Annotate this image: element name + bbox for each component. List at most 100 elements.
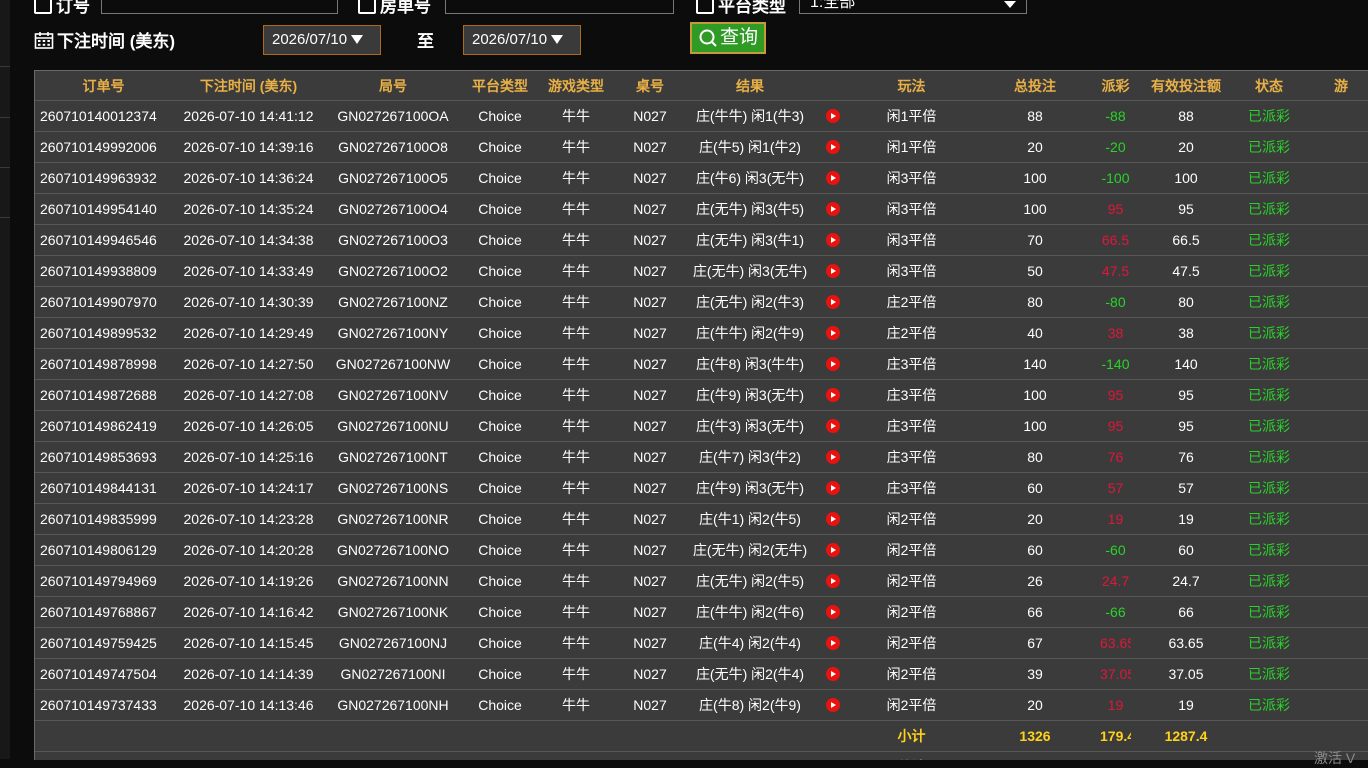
col-payout[interactable]: 派彩 xyxy=(1100,71,1131,101)
table-row[interactable]: 260710149737433 2026-07-10 14:13:46 GN0272… xyxy=(35,689,1368,721)
game-type-cell: 牛牛 xyxy=(539,255,613,287)
play-video-icon[interactable] xyxy=(826,605,840,619)
platform-cell: Choice xyxy=(461,534,539,566)
play-video-icon[interactable] xyxy=(826,450,840,464)
table-row[interactable]: 260710149946546 2026-07-10 14:34:38 GN0272… xyxy=(35,224,1368,256)
play-video-icon[interactable] xyxy=(826,388,840,402)
query-button[interactable]: 查询 xyxy=(690,22,766,54)
payout-cell: 95 xyxy=(1100,379,1131,411)
activation-watermark: 激活 V xyxy=(1314,750,1356,766)
table-row[interactable]: 260710149878998 2026-07-10 14:27:50 GN0272… xyxy=(35,348,1368,380)
play-type-cell: 闲3平倍 xyxy=(853,255,970,287)
order-number-cell: 260710149992006 xyxy=(35,131,172,163)
play-video-icon[interactable] xyxy=(826,171,840,185)
table-row[interactable]: 260710149747504 2026-07-10 14:14:39 GN0272… xyxy=(35,658,1368,690)
order-number-cell: 260710149759425 xyxy=(35,627,172,659)
play-video-icon[interactable] xyxy=(826,419,840,433)
to-label: 至 xyxy=(417,32,434,51)
play-video-icon[interactable] xyxy=(826,636,840,650)
play-video-icon[interactable] xyxy=(826,357,840,371)
play-type-cell: 庄2平倍 xyxy=(853,317,970,349)
table-row[interactable]: 260710149794969 2026-07-10 14:19:26 GN0272… xyxy=(35,565,1368,597)
col-total-bet[interactable]: 总投注 xyxy=(970,71,1100,101)
play-video-icon[interactable] xyxy=(826,233,840,247)
col-platform-type[interactable]: 平台类型 xyxy=(461,71,539,101)
col-play-type[interactable]: 玩法 xyxy=(853,71,970,101)
bet-time-cell: 2026-07-10 14:39:16 xyxy=(172,131,325,163)
play-video-icon[interactable] xyxy=(826,202,840,216)
table-row[interactable]: 260710149853693 2026-07-10 14:25:16 GN0272… xyxy=(35,441,1368,473)
platform-cell: Choice xyxy=(461,255,539,287)
play-video-icon[interactable] xyxy=(826,667,840,681)
table-row[interactable]: 260710149963932 2026-07-10 14:36:24 GN0272… xyxy=(35,162,1368,194)
valid-bet-cell: 80 xyxy=(1131,286,1241,318)
col-bet-time[interactable]: 下注时间 (美东) xyxy=(172,71,325,101)
date-to-picker[interactable]: 2026/07/10 xyxy=(463,25,581,55)
result-cell: 庄(无牛) 闲2(无牛) xyxy=(687,534,813,566)
play-video-icon[interactable] xyxy=(826,512,840,526)
col-order-number[interactable]: 订单号 xyxy=(35,71,172,101)
table-row[interactable]: 260710149862419 2026-07-10 14:26:05 GN0272… xyxy=(35,410,1368,442)
total-bet-cell: 20 xyxy=(970,503,1100,535)
platform-type-select[interactable]: 1:全部 xyxy=(799,0,1027,14)
table-number-cell: N027 xyxy=(613,503,687,535)
platform-cell: Choice xyxy=(461,286,539,318)
bet-time-cell: 2026-07-10 14:33:49 xyxy=(172,255,325,287)
col-game-type[interactable]: 游戏类型 xyxy=(539,71,613,101)
table-row[interactable]: 260710149992006 2026-07-10 14:39:16 GN0272… xyxy=(35,131,1368,163)
game-type-cell: 牛牛 xyxy=(539,410,613,442)
table-row[interactable]: 260710149835999 2026-07-10 14:23:28 GN0272… xyxy=(35,503,1368,535)
valid-bet-cell: 95 xyxy=(1131,379,1241,411)
play-video-icon[interactable] xyxy=(826,140,840,154)
table-row[interactable]: 260710149954140 2026-07-10 14:35:24 GN0272… xyxy=(35,193,1368,225)
game-cell xyxy=(1297,410,1368,442)
play-video-icon[interactable] xyxy=(826,295,840,309)
col-valid-bet[interactable]: 有效投注额 xyxy=(1131,71,1241,101)
table-row[interactable]: 260710140012374 2026-07-10 14:41:12 GN0272… xyxy=(35,100,1368,132)
play-video-icon[interactable] xyxy=(826,264,840,278)
game-type-cell: 牛牛 xyxy=(539,627,613,659)
table-row[interactable]: 260710149907970 2026-07-10 14:30:39 GN0272… xyxy=(35,286,1368,318)
order-number-cell: 260710149806129 xyxy=(35,534,172,566)
col-status[interactable]: 状态 xyxy=(1241,71,1297,101)
status-cell: 已派彩 xyxy=(1241,255,1297,287)
total-bet-cell: 100 xyxy=(970,379,1100,411)
play-video-icon[interactable] xyxy=(826,109,840,123)
play-video-icon[interactable] xyxy=(826,543,840,557)
bet-time-cell: 2026-07-10 14:24:17 xyxy=(172,472,325,504)
table-row[interactable]: 260710149899532 2026-07-10 14:29:49 GN0272… xyxy=(35,317,1368,349)
order-number-input[interactable] xyxy=(101,0,338,14)
room-number-input[interactable] xyxy=(445,0,674,14)
table-row[interactable]: 260710149759425 2026-07-10 14:15:45 GN0272… xyxy=(35,627,1368,659)
play-video-icon[interactable] xyxy=(826,481,840,495)
bet-time-cell: 2026-07-10 14:15:45 xyxy=(172,627,325,659)
play-video-icon[interactable] xyxy=(826,326,840,340)
col-game[interactable]: 游 xyxy=(1297,71,1368,101)
game-cell xyxy=(1297,565,1368,597)
total-bet-cell: 100 xyxy=(970,410,1100,442)
bet-time-cell: 2026-07-10 14:30:39 xyxy=(172,286,325,318)
status-cell: 已派彩 xyxy=(1241,193,1297,225)
result-cell: 庄(牛9) 闲3(无牛) xyxy=(687,379,813,411)
play-video-icon[interactable] xyxy=(826,574,840,588)
bet-time-cell: 2026-07-10 14:20:28 xyxy=(172,534,325,566)
table-row[interactable]: 260710149768867 2026-07-10 14:16:42 GN0272… xyxy=(35,596,1368,628)
table-row[interactable]: 260710149844131 2026-07-10 14:24:17 GN0272… xyxy=(35,472,1368,504)
total-bet-cell: 80 xyxy=(970,286,1100,318)
col-table-number[interactable]: 桌号 xyxy=(613,71,687,101)
valid-bet-cell: 37.05 xyxy=(1131,658,1241,690)
col-result[interactable]: 结果 xyxy=(687,71,813,101)
table-row[interactable]: 260710149806129 2026-07-10 14:20:28 GN0272… xyxy=(35,534,1368,566)
table-row[interactable]: 260710149872688 2026-07-10 14:27:08 GN0272… xyxy=(35,379,1368,411)
play-video-icon[interactable] xyxy=(826,698,840,712)
col-round-number[interactable]: 局号 xyxy=(325,71,461,101)
table-row[interactable]: 260710149938809 2026-07-10 14:33:49 GN0272… xyxy=(35,255,1368,287)
valid-bet-cell: 63.65 xyxy=(1131,627,1241,659)
game-cell xyxy=(1297,162,1368,194)
order-number-cell: 260710149737433 xyxy=(35,689,172,721)
round-number-cell: GN027267100NT xyxy=(325,441,461,473)
status-cell: 已派彩 xyxy=(1241,348,1297,380)
date-from-picker[interactable]: 2026/07/10 xyxy=(263,25,381,55)
result-cell: 庄(无牛) 闲3(牛1) xyxy=(687,224,813,256)
total-bet-cell: 140 xyxy=(970,348,1100,380)
